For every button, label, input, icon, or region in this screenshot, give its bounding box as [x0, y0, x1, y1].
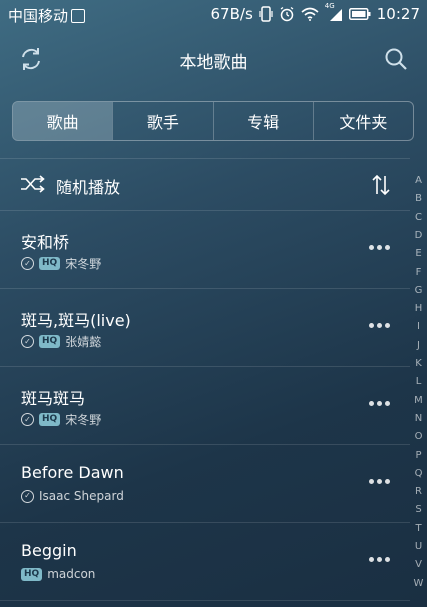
more-options-button[interactable] [369, 479, 393, 487]
alphabet-index-letter[interactable]: N [410, 413, 427, 424]
more-options-button[interactable] [369, 323, 393, 331]
alphabet-index-letter[interactable]: G [410, 285, 427, 296]
song-artist: 宋冬野 [65, 257, 102, 271]
song-title: 安和桥 [21, 233, 70, 252]
clock: 10:27 [376, 5, 420, 23]
app-header: 本地歌曲 [0, 38, 427, 82]
song-row[interactable]: 斑马,斑马(live) ✓ HQ 张婧懿 [0, 289, 410, 366]
search-button[interactable] [381, 44, 411, 74]
tab-artists[interactable]: 歌手 [112, 102, 212, 140]
alphabet-index-letter[interactable]: S [410, 504, 427, 515]
song-title: 斑马斑马 [21, 389, 86, 408]
alphabet-index-letter[interactable]: I [410, 321, 427, 332]
alphabet-index-letter[interactable]: P [410, 450, 427, 461]
more-options-button[interactable] [369, 401, 393, 409]
status-left: 中国移动 [8, 5, 86, 26]
tab-bar: 歌曲 歌手 专辑 文件夹 [12, 101, 414, 141]
song-title: 斑马,斑马(live) [21, 311, 131, 330]
song-title: Beggin [21, 541, 77, 560]
song-row[interactable]: 斑马斑马 ✓ HQ 宋冬野 [0, 367, 410, 444]
image-notification-icon [71, 8, 86, 23]
song-meta: ✓ HQ 宋冬野 [21, 255, 101, 272]
alphabet-index-letter[interactable]: M [410, 395, 427, 406]
page-title: 本地歌曲 [179, 53, 248, 73]
hq-badge: HQ [39, 257, 61, 270]
song-artist: 张婧懿 [65, 335, 102, 349]
alphabet-index-letter[interactable]: J [410, 340, 427, 351]
hq-badge: HQ [39, 335, 61, 348]
alphabet-index-letter[interactable]: L [410, 376, 427, 387]
alphabet-index[interactable]: ABCDEFGHIJKLMNOPQRSTUVW [410, 175, 427, 607]
downloaded-check-icon: ✓ [21, 413, 34, 426]
song-artist: madcon [47, 567, 96, 581]
alphabet-index-letter[interactable]: R [410, 486, 427, 497]
alarm-icon [280, 6, 294, 22]
alphabet-index-letter[interactable]: T [410, 523, 427, 534]
alphabet-index-letter[interactable]: D [410, 230, 427, 241]
song-row[interactable]: Before Dawn ✓ Isaac Shepard [0, 445, 410, 522]
more-options-button[interactable] [369, 557, 393, 565]
divider [0, 600, 410, 601]
song-artist: 宋冬野 [65, 413, 102, 427]
signal-icon: 4G [325, 2, 343, 22]
status-right: 67B/s 4G 10:27 [210, 2, 420, 23]
song-artist: Isaac Shepard [39, 489, 124, 503]
battery-icon [348, 8, 371, 20]
alphabet-index-letter[interactable]: C [410, 212, 427, 223]
alphabet-index-letter[interactable]: K [410, 358, 427, 369]
shuffle-play-row[interactable]: 随机播放 [0, 160, 410, 210]
alphabet-index-letter[interactable]: U [410, 541, 427, 552]
tab-albums[interactable]: 专辑 [212, 102, 313, 140]
divider [0, 158, 410, 159]
song-title: Before Dawn [21, 463, 124, 482]
song-row[interactable]: 安和桥 ✓ HQ 宋冬野 [0, 211, 410, 288]
alphabet-index-letter[interactable]: B [410, 193, 427, 204]
song-meta: HQ madcon [21, 567, 95, 581]
more-options-button[interactable] [369, 245, 393, 253]
downloaded-check-icon: ✓ [21, 489, 34, 503]
song-meta: ✓ HQ 宋冬野 [21, 411, 101, 428]
alphabet-index-letter[interactable]: W [410, 578, 427, 589]
shuffle-icon [21, 175, 45, 193]
tab-folders[interactable]: 文件夹 [312, 102, 413, 140]
downloaded-check-icon: ✓ [21, 257, 34, 270]
status-bar: 中国移动 67B/s 4G 10:27 [0, 0, 427, 30]
network-speed: 67B/s [210, 5, 253, 23]
vibrate-icon [259, 6, 273, 22]
alphabet-index-letter[interactable]: Q [410, 468, 427, 479]
shuffle-play-label: 随机播放 [56, 178, 121, 197]
downloaded-check-icon: ✓ [21, 335, 34, 348]
song-row[interactable]: Beggin HQ madcon [0, 523, 410, 600]
alphabet-index-letter[interactable]: H [410, 303, 427, 314]
alphabet-index-letter[interactable]: F [410, 267, 427, 278]
alphabet-index-letter[interactable]: V [410, 559, 427, 570]
song-meta: ✓ HQ 张婧懿 [21, 333, 101, 350]
tab-songs[interactable]: 歌曲 [13, 102, 113, 140]
alphabet-index-letter[interactable]: A [410, 175, 427, 186]
sort-icon[interactable] [370, 173, 392, 197]
song-meta: ✓ Isaac Shepard [21, 489, 124, 503]
hq-badge: HQ [39, 413, 61, 426]
carrier-label: 中国移动 [8, 7, 69, 25]
alphabet-index-letter[interactable]: E [410, 248, 427, 259]
alphabet-index-letter[interactable]: O [410, 431, 427, 442]
wifi-icon [301, 7, 319, 21]
search-icon [385, 48, 407, 70]
hq-badge: HQ [21, 567, 43, 581]
